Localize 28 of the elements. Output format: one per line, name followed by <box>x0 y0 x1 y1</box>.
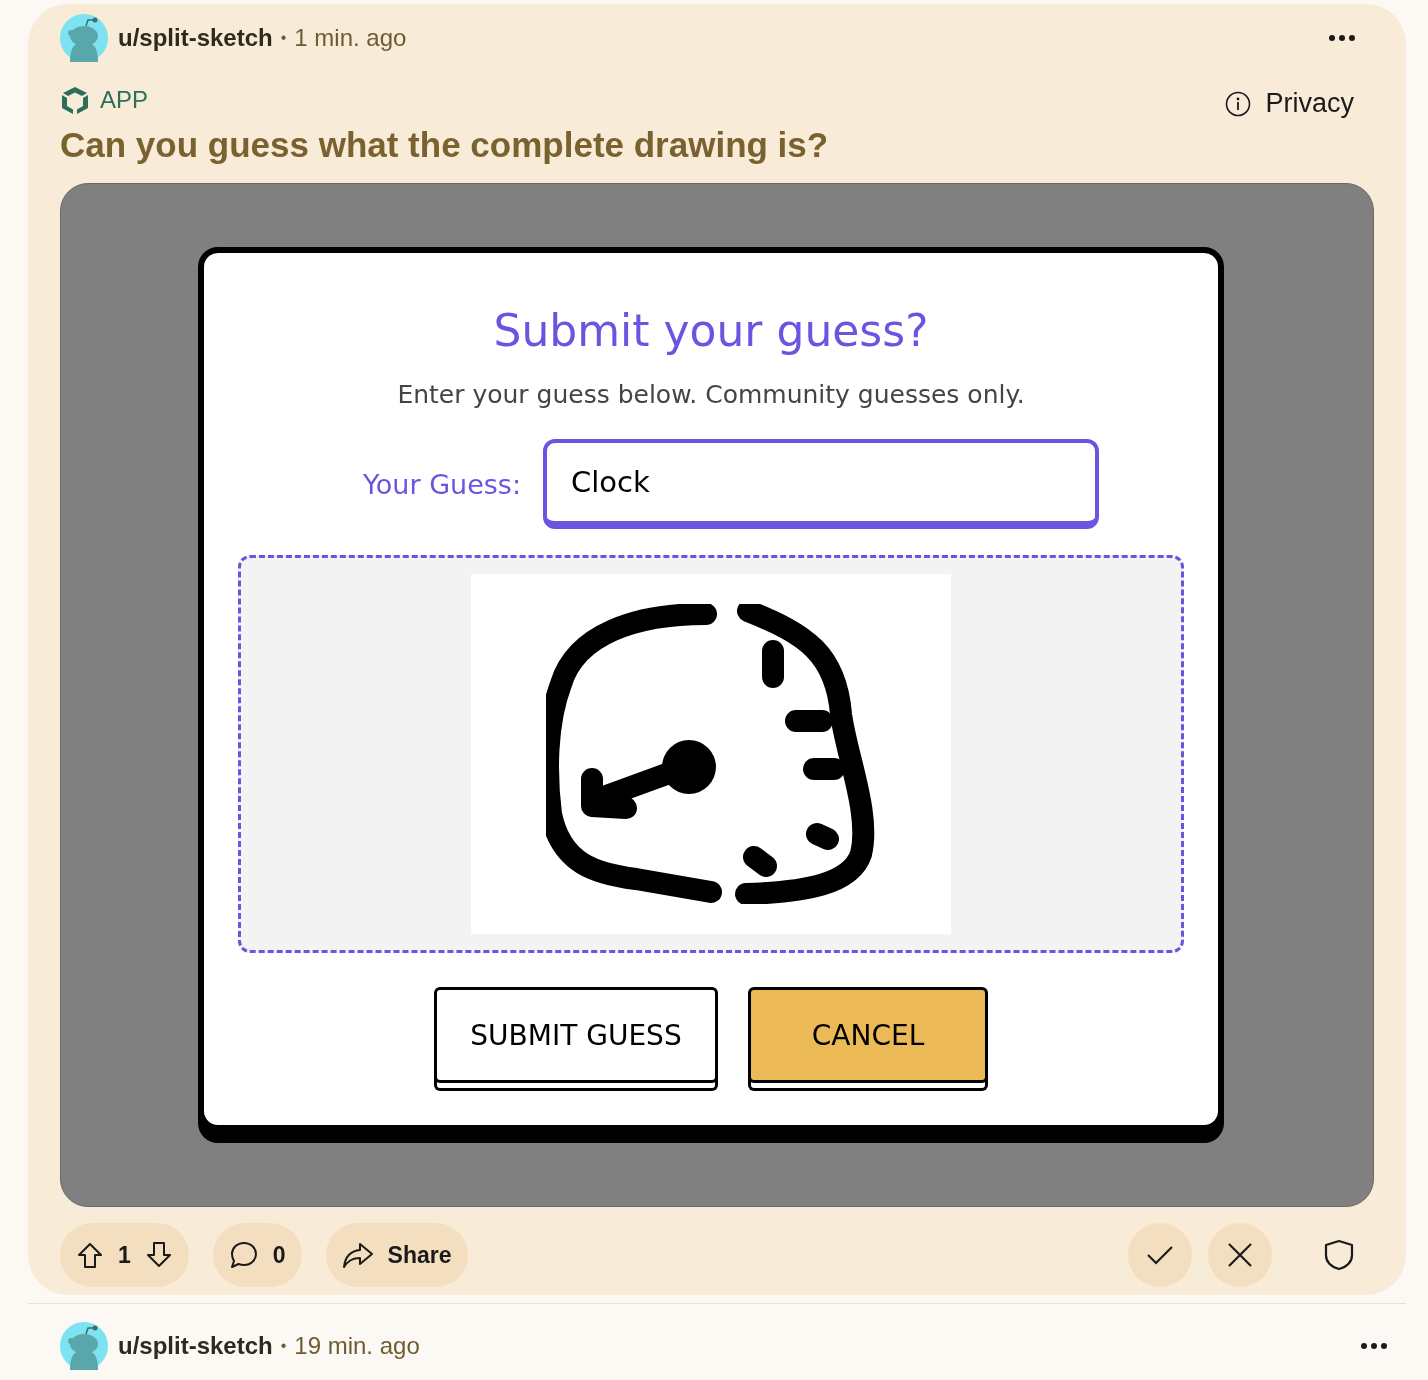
post-title: Can you guess what the complete drawing is? <box>60 125 830 165</box>
vote-count: 1 <box>118 1241 131 1269</box>
share-arrow-icon <box>341 1241 374 1269</box>
post-time: 19 min. ago <box>294 1332 420 1360</box>
dialog-title: Submit your guess? <box>493 305 929 356</box>
separator-dot: • <box>280 1337 287 1355</box>
author-link[interactable]: u/split-sketch <box>118 1332 273 1360</box>
field-label: Your Guess: <box>362 468 522 500</box>
avatar-icon[interactable] <box>60 1322 108 1370</box>
close-icon <box>1227 1242 1253 1268</box>
app-label: APP <box>100 85 149 114</box>
upvote-icon[interactable] <box>76 1241 104 1269</box>
privacy-link[interactable]: Privacy <box>1225 88 1354 119</box>
separator-dot: • <box>280 29 287 47</box>
post-time: 1 min. ago <box>294 24 407 52</box>
guess-input[interactable]: Clock <box>543 439 1100 529</box>
more-options-icon[interactable] <box>1360 1342 1388 1350</box>
more-options-icon[interactable] <box>1328 34 1356 42</box>
shield-icon[interactable] <box>1324 1239 1354 1271</box>
info-icon <box>1225 90 1252 117</box>
cube-icon <box>60 84 90 115</box>
comments-button[interactable]: 0 <box>212 1223 302 1287</box>
checkmark-icon <box>1146 1244 1174 1266</box>
downvote-icon[interactable] <box>144 1241 173 1269</box>
author-link[interactable]: u/split-sketch <box>118 24 273 52</box>
share-button[interactable]: Share <box>325 1223 468 1287</box>
speech-bubble-icon <box>228 1240 259 1270</box>
dialog-subtitle: Enter your guess below. Community guesses only. <box>397 380 1025 409</box>
